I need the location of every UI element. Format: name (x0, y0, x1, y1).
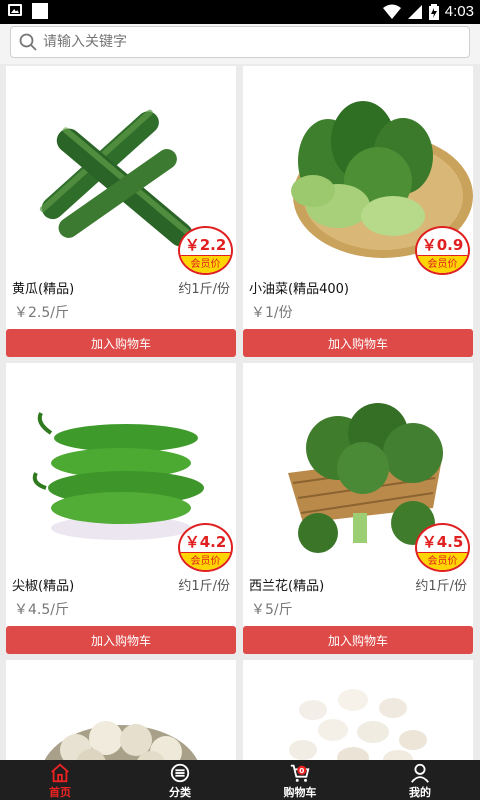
unit-price: ￥5/斤 (251, 602, 293, 618)
member-price: ￥4.5 (421, 533, 464, 551)
status-bar: 4:03 (0, 0, 480, 24)
mushroom-image (289, 689, 427, 760)
bottom-tab-bar: 首页 分类 0 购物车 我的 (0, 760, 480, 800)
app-notification-icon (32, 3, 48, 19)
cart-badge-count: 0 (299, 766, 304, 775)
add-to-cart-button[interactable]: 加入购物车 (6, 626, 236, 654)
member-price-label: 会员价 (180, 552, 231, 570)
user-icon (411, 763, 429, 783)
product-name[interactable]: 黄瓜(精品) (12, 280, 74, 300)
search-bar[interactable] (10, 26, 470, 58)
unit-price: ￥4.5/斤 (14, 602, 69, 618)
tab-label: 我的 (409, 786, 431, 799)
battery-icon (428, 3, 439, 20)
tab-label: 首页 (49, 786, 71, 799)
home-icon (51, 763, 69, 783)
member-price: ￥0.9 (421, 236, 464, 254)
product-spec: 约1斤/份 (178, 579, 230, 594)
product-list[interactable]: ￥2.2 会员价 黄瓜(精品) 约1斤/份 ￥2.5/斤 加入购物车 ￥0.9 … (0, 64, 480, 760)
member-price: ￥4.2 (184, 533, 227, 551)
wifi-icon (382, 4, 401, 19)
image-notification-icon (8, 4, 22, 16)
product-card[interactable] (243, 660, 473, 760)
product-card[interactable]: ￥4.2 会员价 尖椒(精品) 约1斤/份 ￥4.5/斤 加入购物车 (6, 363, 236, 654)
member-price-label: 会员价 (417, 552, 468, 570)
cart-icon: 0 (290, 764, 310, 782)
member-price-label: 会员价 (180, 255, 231, 273)
tab-category[interactable]: 分类 (120, 760, 240, 800)
product-card[interactable] (6, 660, 236, 760)
member-price-badge: ￥4.5 会员价 (415, 523, 470, 572)
add-to-cart-button[interactable]: 加入购物车 (243, 626, 473, 654)
member-price-badge: ￥4.2 会员价 (178, 523, 233, 572)
product-card[interactable]: ￥2.2 会员价 黄瓜(精品) 约1斤/份 ￥2.5/斤 加入购物车 (6, 66, 236, 357)
tab-label: 分类 (169, 786, 191, 799)
product-image[interactable]: ￥0.9 会员价 (243, 66, 473, 277)
garlic-image (44, 721, 198, 760)
product-card[interactable]: ￥0.9 会员价 小油菜(精品400) ￥1/份 加入购物车 (243, 66, 473, 357)
product-image[interactable]: ￥2.2 会员价 (6, 66, 236, 277)
status-time: 4:03 (444, 3, 474, 20)
header (0, 24, 480, 64)
search-input[interactable] (43, 34, 443, 50)
signal-icon (407, 4, 422, 19)
unit-price: ￥2.5/斤 (14, 305, 69, 321)
search-icon (19, 33, 37, 51)
menu-icon (170, 763, 190, 783)
tab-home[interactable]: 首页 (0, 760, 120, 800)
product-image[interactable]: ￥4.5 会员价 (243, 363, 473, 574)
product-spec: 约1斤/份 (415, 579, 467, 594)
product-name[interactable]: 西兰花(精品) (249, 577, 324, 597)
tab-profile[interactable]: 我的 (360, 760, 480, 800)
member-price-badge: ￥2.2 会员价 (178, 226, 233, 275)
product-image[interactable]: ￥4.2 会员价 (6, 363, 236, 574)
unit-price: ￥1/份 (251, 305, 293, 321)
tab-label: 购物车 (283, 786, 317, 799)
add-to-cart-button[interactable]: 加入购物车 (6, 329, 236, 357)
tab-cart[interactable]: 0 购物车 (240, 760, 360, 800)
add-to-cart-button[interactable]: 加入购物车 (243, 329, 473, 357)
product-name[interactable]: 尖椒(精品) (12, 577, 74, 597)
member-price-label: 会员价 (417, 255, 468, 273)
product-card[interactable]: ￥4.5 会员价 西兰花(精品) 约1斤/份 ￥5/斤 加入购物车 (243, 363, 473, 654)
member-price: ￥2.2 (184, 236, 227, 254)
member-price-badge: ￥0.9 会员价 (415, 226, 470, 275)
product-name[interactable]: 小油菜(精品400) (249, 280, 349, 300)
product-spec: 约1斤/份 (178, 282, 230, 297)
